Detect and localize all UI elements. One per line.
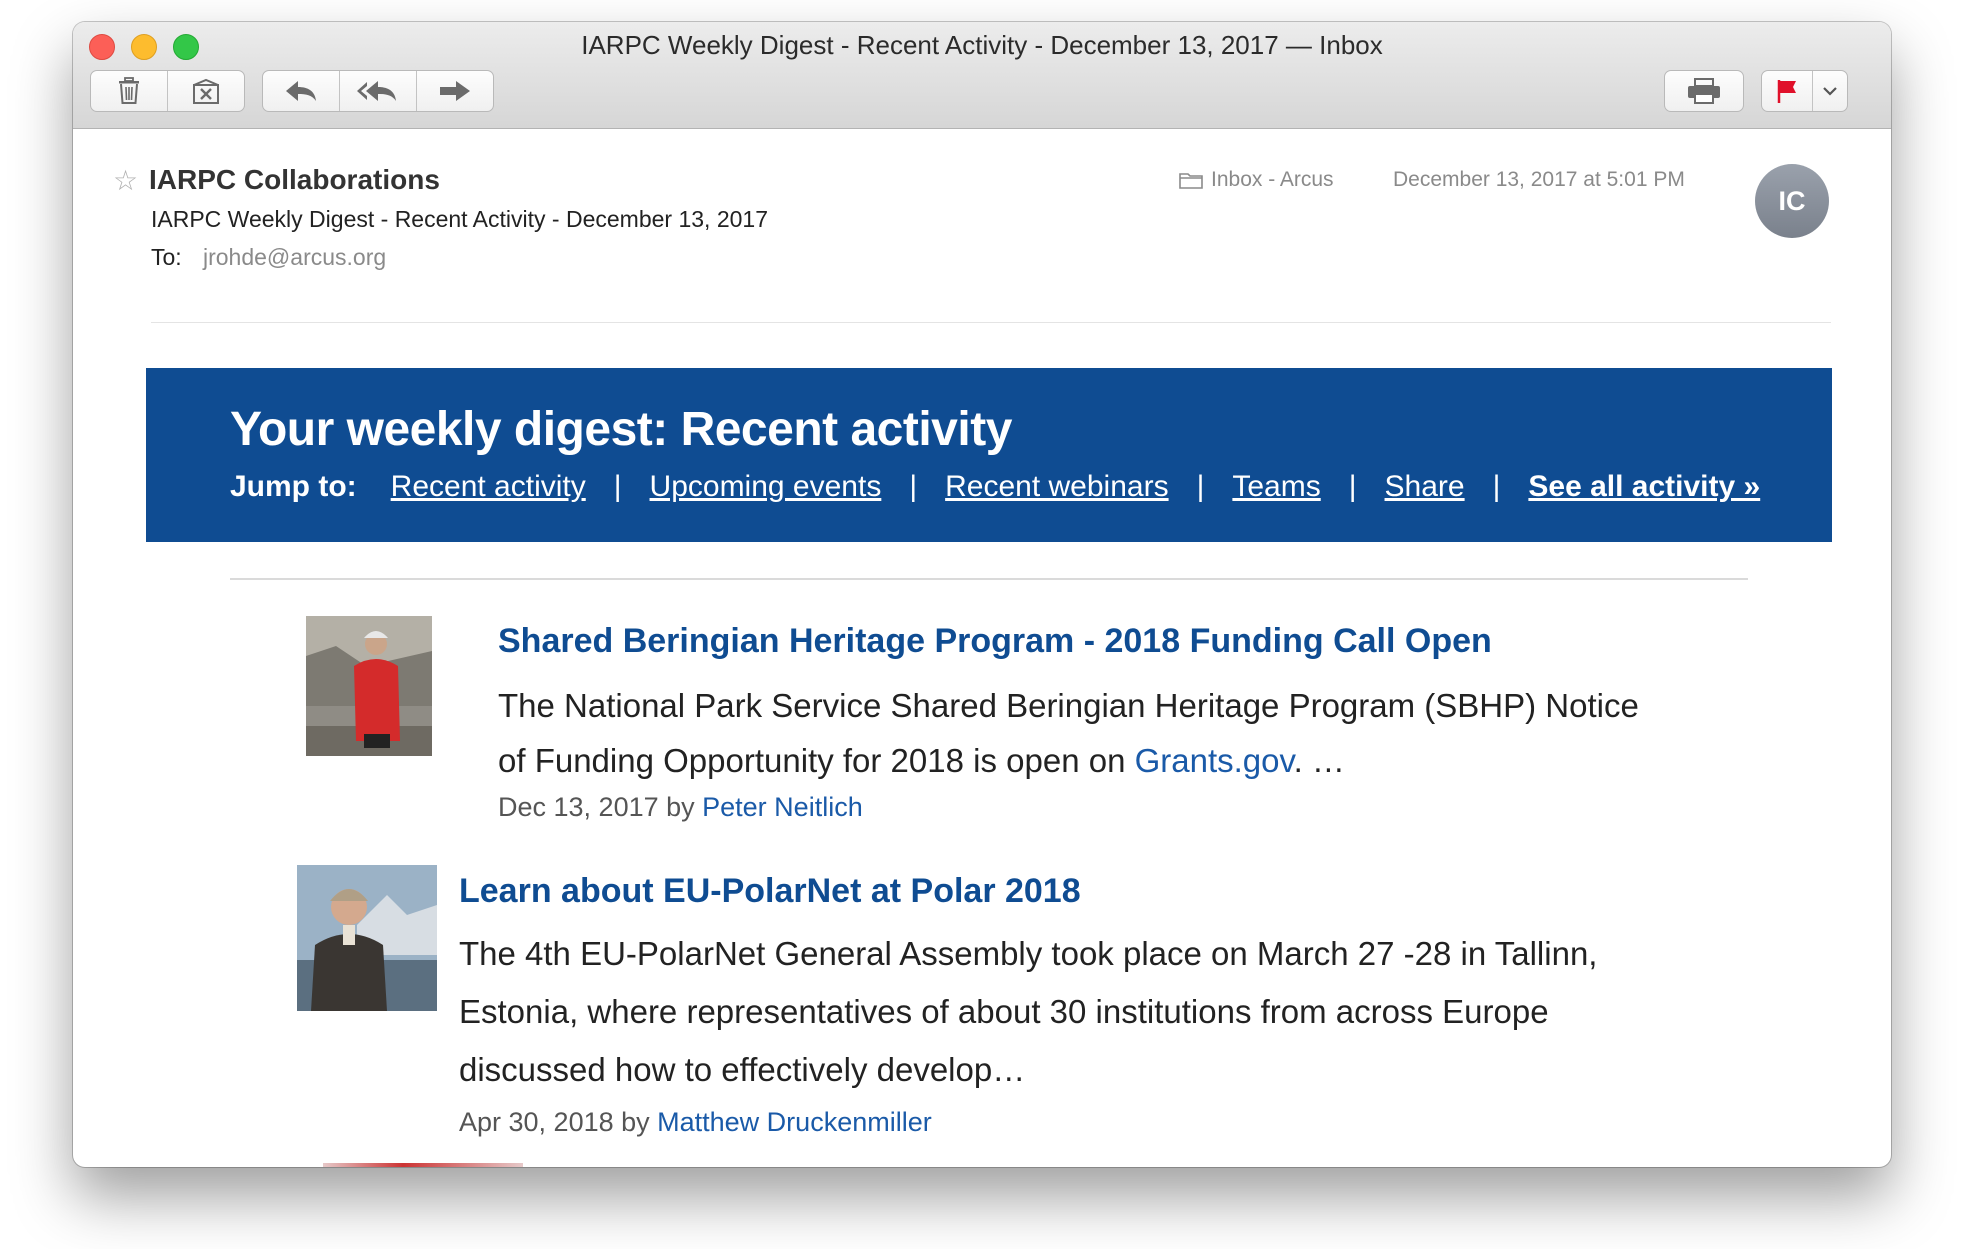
item-meta: Dec 13, 2017 by Peter Neitlich [498, 792, 863, 823]
star-icon[interactable]: ☆ [113, 164, 138, 197]
jump-link-see-all-activity[interactable]: See all activity » [1528, 470, 1760, 504]
jump-label: Jump to: [230, 470, 357, 503]
flag-button[interactable] [1762, 71, 1813, 111]
window-title: IARPC Weekly Digest - Recent Activity - … [581, 30, 1383, 60]
message-header: ☆ IARPC Collaborations IARPC Weekly Dige… [73, 128, 1891, 328]
reply-all-icon [357, 81, 396, 101]
reply-group [262, 70, 494, 112]
jump-link-recent-activity[interactable]: Recent activity [391, 470, 586, 504]
flag-menu-button[interactable] [1813, 71, 1847, 111]
reply-all-button[interactable] [340, 71, 417, 111]
chevron-down-icon [1823, 87, 1837, 96]
summary-line: Estonia, where representatives of about … [459, 993, 1549, 1030]
nav-separator: | [1196, 470, 1205, 503]
summary-line: discussed how to effectively develop… [459, 1051, 1026, 1088]
author-photo[interactable] [306, 616, 432, 756]
message-subject: IARPC Weekly Digest - Recent Activity - … [151, 206, 768, 232]
junk-icon [193, 78, 219, 104]
banner-title: Your weekly digest: Recent activity [230, 403, 1012, 456]
jump-link-recent-webinars[interactable]: Recent webinars [945, 470, 1168, 504]
sender-name[interactable]: IARPC Collaborations [149, 164, 440, 196]
recipient-address[interactable]: jrohde@arcus.org [203, 244, 386, 271]
nav-separator: | [1348, 470, 1357, 503]
reply-icon [286, 81, 316, 101]
mail-window: IARPC Weekly Digest - Recent Activity - … [73, 22, 1891, 1167]
content-divider [230, 578, 1748, 580]
jump-link-share[interactable]: Share [1385, 470, 1465, 504]
author-link[interactable]: Peter Neitlich [702, 792, 863, 822]
next-item-edge [323, 1163, 523, 1167]
header-divider [151, 322, 1831, 323]
sender-avatar: IC [1755, 164, 1829, 238]
reply-button[interactable] [263, 71, 340, 111]
item-summary: The 4th EU-PolarNet General Assembly too… [459, 925, 1597, 1099]
item-date: Apr 30, 2018 by [459, 1107, 658, 1137]
item-title[interactable]: Shared Beringian Heritage Program - 2018… [498, 622, 1492, 661]
author-link[interactable]: Matthew Druckenmiller [657, 1107, 932, 1137]
forward-button[interactable] [417, 71, 493, 111]
flag-icon [1777, 80, 1796, 103]
junk-button[interactable] [168, 71, 244, 111]
mailbox-label[interactable]: Inbox - Arcus [1179, 168, 1334, 192]
jump-link-teams[interactable]: Teams [1232, 470, 1320, 504]
item-date: Dec 13, 2017 by [498, 792, 703, 822]
trash-button[interactable] [91, 71, 168, 111]
summary-text: . … [1293, 742, 1345, 779]
delete-junk-group [90, 70, 245, 112]
print-group [1664, 70, 1744, 112]
digest-banner: Your weekly digest: Recent activity Jump… [146, 368, 1832, 542]
summary-line: of Funding Opportunity for 2018 is open … [498, 733, 1639, 788]
print-icon [1688, 78, 1720, 104]
item-summary: The National Park Service Shared Beringi… [498, 678, 1639, 788]
trash-icon [119, 77, 139, 104]
summary-line: The National Park Service Shared Beringi… [498, 687, 1639, 724]
item-title[interactable]: Learn about EU-PolarNet at Polar 2018 [459, 872, 1081, 911]
folder-icon [1179, 173, 1203, 189]
grants-gov-link[interactable]: Grants.gov [1135, 742, 1294, 779]
message-date: December 13, 2017 at 5:01 PM [1393, 168, 1685, 191]
summary-line: The 4th EU-PolarNet General Assembly too… [459, 935, 1598, 972]
jump-nav: Jump to: Recent activity | Upcoming even… [230, 470, 1760, 504]
print-button[interactable] [1665, 71, 1743, 111]
flag-group [1761, 70, 1848, 112]
item-meta: Apr 30, 2018 by Matthew Druckenmiller [459, 1107, 932, 1138]
titlebar: IARPC Weekly Digest - Recent Activity - … [73, 22, 1891, 129]
mailbox-name: Inbox - Arcus [1211, 168, 1334, 191]
nav-separator: | [613, 470, 622, 503]
nav-separator: | [1492, 470, 1501, 503]
summary-text: of Funding Opportunity for 2018 is open … [498, 742, 1135, 779]
to-label: To: [151, 244, 182, 270]
jump-link-upcoming-events[interactable]: Upcoming events [650, 470, 882, 504]
forward-icon [440, 81, 470, 101]
nav-separator: | [909, 470, 918, 503]
author-photo[interactable] [297, 865, 437, 1011]
